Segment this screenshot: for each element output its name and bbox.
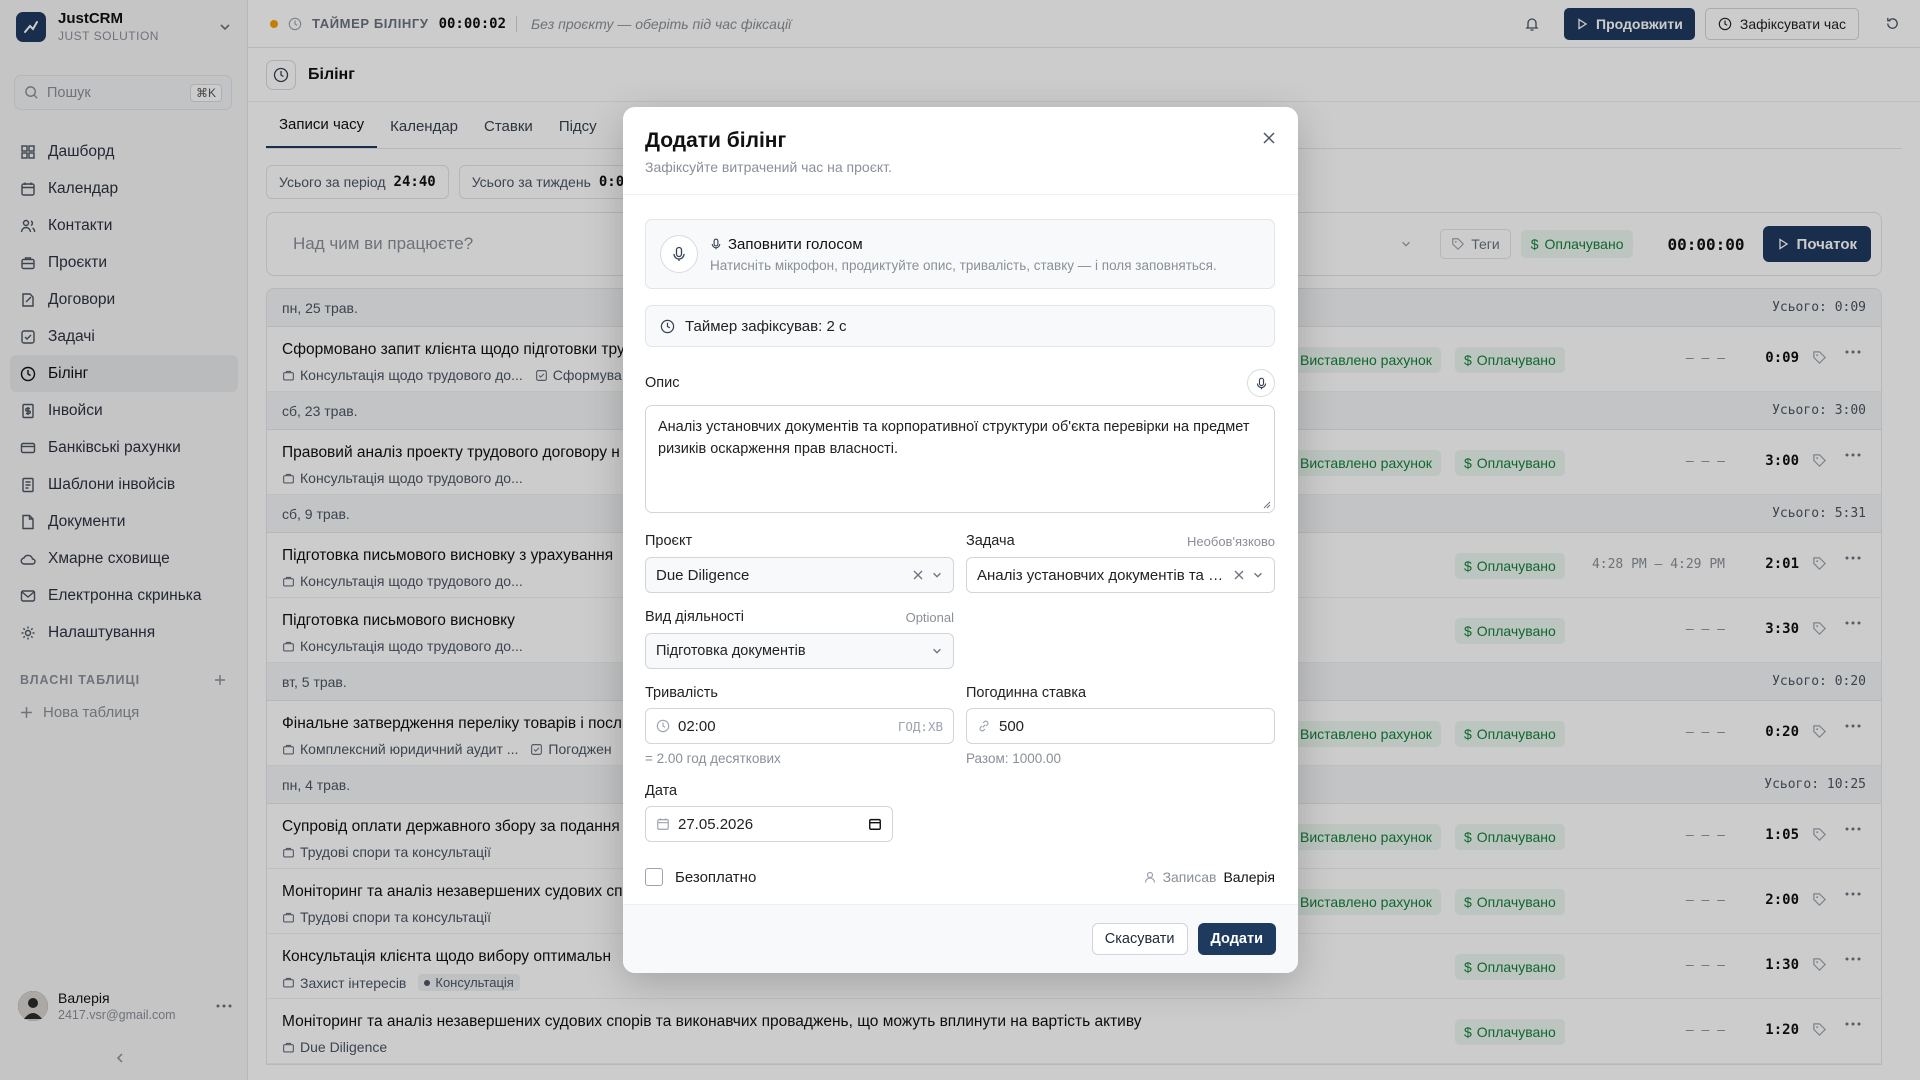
close-icon[interactable] xyxy=(1262,131,1276,145)
duration-unit: ГОД:ХВ xyxy=(897,718,943,734)
duration-hint: = 2.00 год десяткових xyxy=(645,751,781,766)
duration-value: 02:00 xyxy=(678,717,716,735)
project-label: Проєкт xyxy=(645,533,693,549)
free-label: Безоплатно xyxy=(675,868,757,886)
cancel-button[interactable]: Скасувати xyxy=(1091,923,1188,955)
link-icon xyxy=(977,719,991,733)
description-value: Аналіз установчих документів та корпорат… xyxy=(658,419,1250,457)
description-textarea[interactable]: Аналіз установчих документів та корпорат… xyxy=(645,405,1275,513)
checkbox-box[interactable] xyxy=(645,868,663,886)
task-label: Задача xyxy=(966,533,1015,549)
task-optional: Необов'язково xyxy=(1187,533,1275,549)
date-label: Дата xyxy=(645,783,678,799)
clear-x-icon[interactable] xyxy=(1234,570,1244,580)
add-button[interactable]: Додати xyxy=(1197,923,1276,955)
activity-value: Підготовка документів xyxy=(656,643,806,659)
description-microphone-button[interactable] xyxy=(1247,369,1275,397)
voice-hint: Натисніть мікрофон, продиктуйте опис, тр… xyxy=(710,257,1217,273)
timer-captured-text: Таймер зафіксував: 2 с xyxy=(685,317,847,335)
recorded-by-label: Записав xyxy=(1162,869,1217,885)
task-value: Аналіз установчих документів та корпорат… xyxy=(977,566,1226,584)
timer-captured-info: Таймер зафіксував: 2 с xyxy=(645,305,1275,347)
activity-optional: Optional xyxy=(905,609,954,625)
duration-input[interactable]: 02:00 ГОД:ХВ xyxy=(645,708,954,744)
resize-handle-icon[interactable] xyxy=(1263,501,1271,509)
voice-title: Заповнити голосом xyxy=(728,235,863,253)
activity-select[interactable]: Підготовка документів xyxy=(645,633,954,669)
voice-fill-panel: Заповнити голосом Натисніть мікрофон, пр… xyxy=(645,219,1275,289)
dialog-subtitle: Зафіксуйте витрачений час на проєкт. xyxy=(645,159,892,175)
rate-value: 500 xyxy=(999,717,1025,735)
dialog-header: Додати білінг Зафіксуйте витрачений час … xyxy=(623,107,1298,195)
duration-label: Тривалість xyxy=(645,685,718,701)
task-select[interactable]: Аналіз установчих документів та корпорат… xyxy=(966,557,1275,593)
recorded-by-name: Валерія xyxy=(1223,869,1275,885)
project-select[interactable]: Due Diligence xyxy=(645,557,954,593)
clock-icon xyxy=(660,319,675,334)
rate-total-hint: Разом: 1000.00 xyxy=(966,751,1062,766)
rate-label: Погодинна ставка xyxy=(966,685,1087,701)
date-picker-icon[interactable] xyxy=(868,817,882,831)
dialog-footer: Скасувати Додати xyxy=(623,904,1298,973)
dialog-title: Додати білінг xyxy=(645,129,787,152)
date-input[interactable]: 27.05.2026 xyxy=(645,806,893,842)
free-of-charge-checkbox[interactable]: Безоплатно xyxy=(645,868,756,886)
chevron-down-icon xyxy=(931,569,943,581)
date-value: 27.05.2026 xyxy=(678,815,754,833)
microphone-icon xyxy=(710,238,722,250)
activity-label: Вид діяльності xyxy=(645,609,744,625)
microphone-button[interactable] xyxy=(660,235,698,273)
chevron-down-icon xyxy=(931,645,943,657)
add-billing-dialog: Додати білінг Зафіксуйте витрачений час … xyxy=(623,107,1298,973)
user-icon xyxy=(1144,871,1156,883)
project-value: Due Diligence xyxy=(656,566,750,584)
chevron-down-icon xyxy=(1252,569,1264,581)
description-label: Опис xyxy=(645,375,680,391)
hourly-rate-input[interactable]: 500 xyxy=(966,708,1275,744)
clock-icon xyxy=(656,719,670,733)
clear-x-icon[interactable] xyxy=(913,570,923,580)
recorded-by: Записав Валерія xyxy=(1144,869,1275,885)
calendar-icon xyxy=(656,817,670,831)
